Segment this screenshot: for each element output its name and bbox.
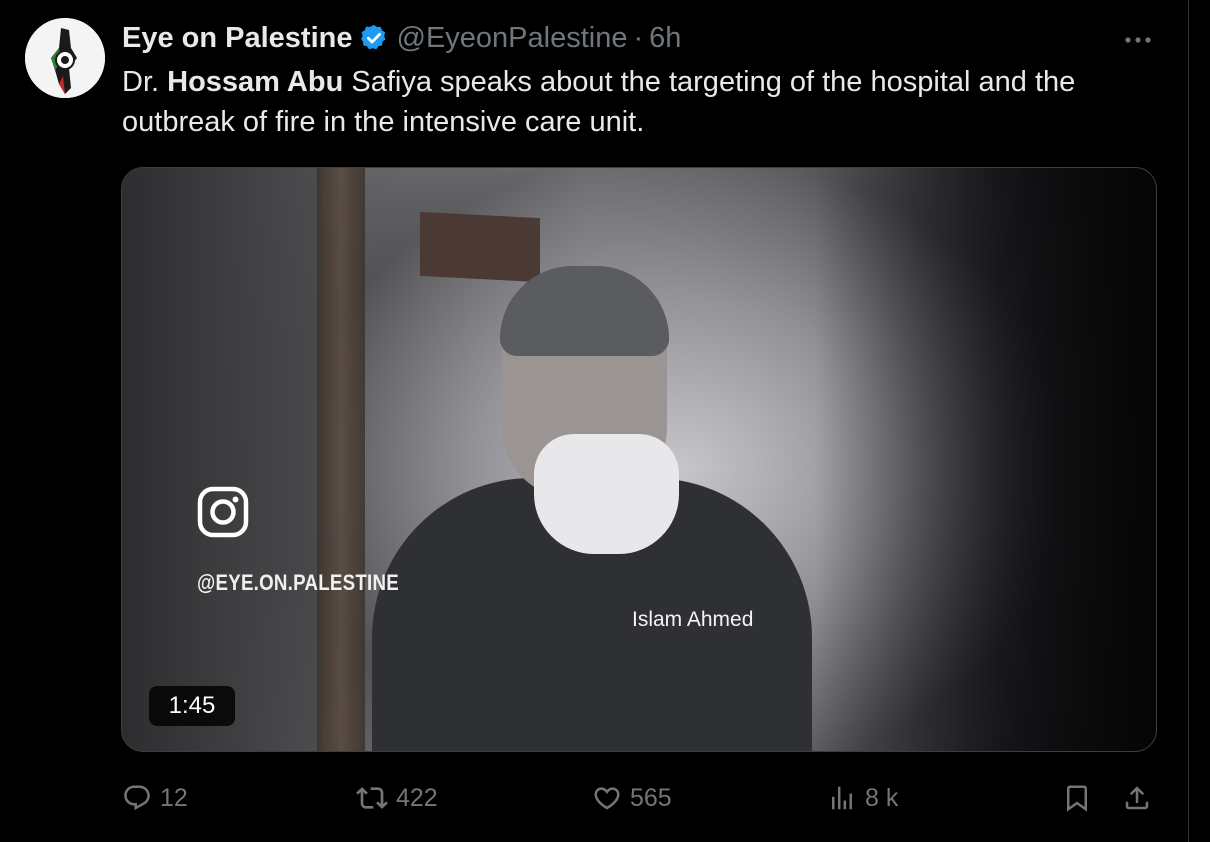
watermark-handle: @EYE.ON.PALESTINE — [197, 570, 399, 595]
bookmark-button[interactable] — [1062, 776, 1092, 820]
action-bar: 12 422 565 8 k — [122, 776, 1162, 820]
avatar-logo-icon — [25, 18, 105, 98]
instagram-icon — [197, 486, 249, 538]
share-icon — [1125, 786, 1149, 810]
video-door — [122, 168, 322, 751]
share-button[interactable] — [1122, 776, 1152, 820]
tweet-text: Dr. Hossam Abu Safiya speaks about the t… — [122, 62, 1162, 142]
video-door-frame — [317, 168, 365, 751]
verified-badge-icon[interactable] — [359, 23, 389, 53]
separator-dot: · — [633, 21, 644, 54]
tweet-header: Eye on Palestine @EyeonPalestine · 6h — [122, 20, 681, 56]
reply-button[interactable]: 12 — [122, 776, 188, 820]
repost-count: 422 — [396, 783, 438, 812]
display-name[interactable]: Eye on Palestine — [122, 22, 353, 55]
timestamp[interactable]: 6h — [649, 22, 681, 55]
tweet-text-bold: Hossam Abu — [167, 66, 344, 98]
like-button[interactable]: 565 — [592, 776, 672, 820]
tweet-text-prefix: Dr. — [122, 66, 168, 98]
reply-count: 12 — [160, 783, 188, 812]
video-player[interactable]: @EYE.ON.PALESTINE Islam Ahmed 1:45 — [121, 167, 1157, 752]
views-button[interactable]: 8 k — [827, 776, 898, 820]
views-chart-icon — [832, 786, 852, 810]
heart-icon — [594, 787, 620, 810]
avatar[interactable] — [25, 18, 105, 98]
video-shadow — [816, 168, 1156, 751]
more-button[interactable] — [1118, 26, 1158, 54]
repost-icon — [356, 787, 388, 809]
video-wall-plaque — [420, 211, 540, 283]
bookmark-icon — [1067, 785, 1087, 812]
handle[interactable]: @EyeonPalestine — [397, 22, 628, 55]
video-credit: Islam Ahmed — [632, 608, 754, 631]
more-dots-icon — [1125, 37, 1151, 43]
reply-icon — [124, 785, 150, 811]
video-face-mask — [534, 434, 679, 554]
views-count: 8 k — [865, 783, 899, 812]
like-count: 565 — [630, 783, 672, 812]
video-duration-badge: 1:45 — [149, 686, 235, 726]
column-divider — [1188, 0, 1189, 842]
repost-button[interactable]: 422 — [356, 776, 438, 820]
